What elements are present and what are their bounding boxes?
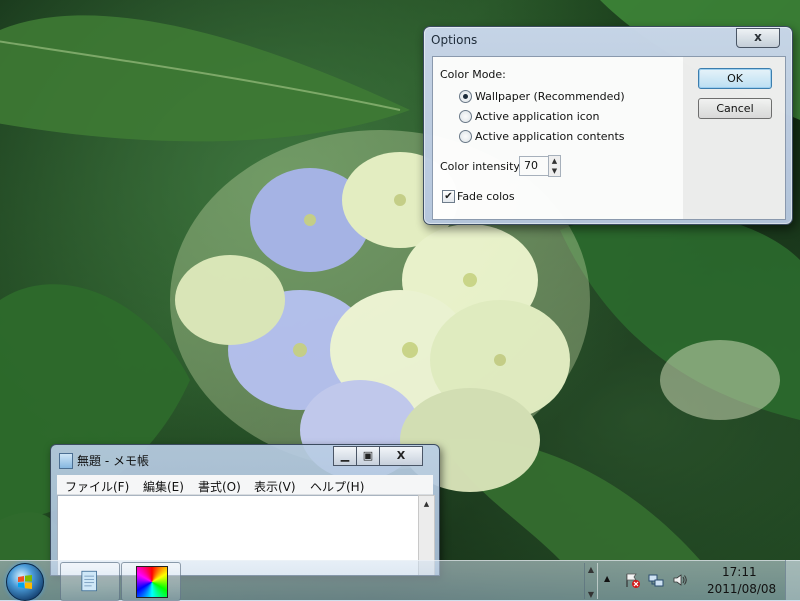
action-center-flag-icon[interactable]: [624, 572, 640, 588]
notepad-icon: [81, 570, 97, 592]
close-button[interactable]: x: [736, 28, 780, 48]
notepad-icon: [59, 453, 73, 469]
options-dialog: Options x Color Mode: Wallpaper (Recomme…: [423, 26, 793, 225]
menu-view[interactable]: 表示(V): [254, 478, 296, 495]
tray-down-icon[interactable]: ▼: [585, 590, 597, 599]
taskbar-color-app-button[interactable]: [121, 562, 181, 601]
network-icon[interactable]: [648, 572, 664, 588]
spin-down-icon[interactable]: ▼: [549, 166, 560, 176]
dialog-client-area: Color Mode: Wallpaper (Recommended) Acti…: [432, 56, 786, 220]
radio-wallpaper-label[interactable]: Wallpaper (Recommended): [475, 90, 625, 103]
menu-file[interactable]: ファイル(F): [65, 478, 129, 495]
menu-edit[interactable]: 編集(E): [143, 478, 184, 495]
dialog-title: Options: [431, 33, 478, 47]
show-hidden-icons-arrow[interactable]: ▲: [604, 574, 610, 583]
radio-active-app-contents-label[interactable]: Active application contents: [475, 130, 625, 143]
minimize-button[interactable]: ▁: [333, 446, 357, 466]
spin-up-icon[interactable]: ▲: [549, 156, 560, 166]
color-mode-label: Color Mode:: [440, 68, 506, 81]
notepad-close-button[interactable]: X: [379, 446, 423, 466]
windows-logo-icon: [18, 575, 32, 589]
fade-colors-checkbox[interactable]: ✔: [442, 190, 455, 203]
menu-bar: ファイル(F) 編集(E) 書式(O) 表示(V) ヘルプ(H): [57, 475, 433, 495]
volume-icon[interactable]: [672, 572, 688, 588]
taskbar-notepad-button[interactable]: [60, 562, 120, 601]
start-button[interactable]: [6, 563, 44, 601]
show-desktop-button[interactable]: [785, 560, 800, 600]
radio-active-app-icon[interactable]: [459, 110, 472, 123]
menu-help[interactable]: ヘルプ(H): [310, 478, 364, 495]
tray-up-icon[interactable]: ▲: [585, 565, 597, 574]
color-intensity-label: Color intensity:: [440, 160, 523, 173]
clock-time[interactable]: 17:11: [722, 565, 757, 579]
taskbar-tray-separator: ▲ ▼: [584, 563, 598, 599]
fade-colors-label[interactable]: Fade colos: [457, 190, 515, 203]
radio-active-app-contents[interactable]: [459, 130, 472, 143]
color-intensity-spinner[interactable]: ▲ ▼: [548, 155, 561, 177]
color-wheel-icon: [136, 566, 168, 598]
notepad-window: 無題 - メモ帳 ▁ ▣ X ファイル(F) 編集(E) 書式(O) 表示(V)…: [50, 444, 440, 576]
menu-format[interactable]: 書式(O): [198, 478, 241, 495]
cancel-button[interactable]: Cancel: [698, 98, 772, 119]
clock-date[interactable]: 2011/08/08: [707, 582, 776, 596]
ok-button[interactable]: OK: [698, 68, 772, 89]
scroll-up-icon[interactable]: ▲: [419, 500, 434, 508]
notepad-title: 無題 - メモ帳: [77, 454, 149, 468]
maximize-button[interactable]: ▣: [356, 446, 380, 466]
radio-wallpaper[interactable]: [459, 90, 472, 103]
radio-active-app-icon-label[interactable]: Active application icon: [475, 110, 600, 123]
